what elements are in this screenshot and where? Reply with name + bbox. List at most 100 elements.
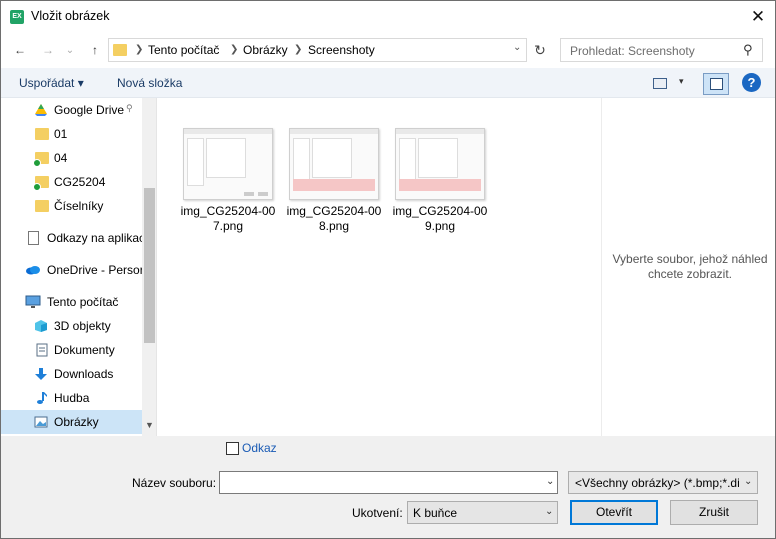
search-input[interactable]: Prohledat: Screenshoty ⚲ bbox=[560, 38, 763, 62]
close-button[interactable]: ✕ bbox=[741, 1, 775, 33]
close-icon: ✕ bbox=[750, 7, 766, 26]
scroll-down-arrow-icon[interactable]: ▼ bbox=[145, 420, 154, 430]
file-name-line2: 8.png bbox=[318, 219, 350, 233]
search-icon: ⚲ bbox=[743, 42, 753, 57]
sidebar-item-3d-objects[interactable]: 3D objekty bbox=[1, 314, 142, 338]
breadcrumb-this-pc[interactable]: Tento počítač bbox=[148, 43, 219, 57]
sidebar-item-google-drive[interactable]: Google Drive ⚲ bbox=[1, 98, 142, 122]
anchor-label: Ukotvení: bbox=[352, 506, 403, 520]
view-dropdown-button[interactable]: ▾ bbox=[679, 76, 684, 87]
up-button[interactable]: ↑ bbox=[84, 39, 106, 61]
preview-pane-icon bbox=[710, 78, 723, 90]
file-name: img_CG25204-00 9.png bbox=[387, 204, 493, 234]
google-drive-icon bbox=[35, 104, 47, 116]
file-name-line2: 7.png bbox=[212, 219, 244, 233]
file-name-line1: img_CG25204-00 bbox=[180, 204, 276, 218]
address-bar[interactable]: ❯ Tento počítač ❯ Obrázky ❯ Screenshoty bbox=[108, 38, 527, 62]
sidebar-item-pictures[interactable]: Obrázky bbox=[1, 410, 142, 434]
sidebar-item-music[interactable]: Hudba bbox=[1, 386, 142, 410]
sidebar-item-label: 01 bbox=[54, 127, 68, 141]
refresh-button[interactable]: ↻ bbox=[529, 38, 551, 62]
sidebar-item-label: Hudba bbox=[54, 391, 90, 405]
sidebar-item-documents[interactable]: Dokumenty bbox=[1, 338, 142, 362]
chevron-down-icon[interactable]: ⌄ bbox=[546, 476, 554, 487]
insert-picture-dialog: EX Vložit obrázek ✕ ← → ⌄ ↑ ❯ Tento počí… bbox=[0, 0, 776, 539]
command-toolbar: Uspořádat ▾ Nová složka ▾ ? bbox=[1, 68, 775, 98]
music-icon bbox=[37, 392, 47, 404]
sidebar-item-label: Google Drive bbox=[54, 103, 125, 117]
sidebar-item-downloads[interactable]: Downloads bbox=[1, 362, 142, 386]
computer-icon bbox=[25, 295, 41, 308]
preview-pane-button[interactable] bbox=[703, 73, 729, 95]
arrow-left-icon: ← bbox=[14, 43, 26, 57]
preview-pane: Vyberte soubor, jehož náhled chcete zobr… bbox=[601, 98, 775, 436]
chevron-down-icon: ⌄ bbox=[545, 506, 554, 517]
folder-sync-icon bbox=[33, 176, 49, 191]
sidebar-item-label: Tento počítač bbox=[47, 295, 119, 309]
folder-icon bbox=[113, 44, 127, 56]
sidebar-item-app-links[interactable]: Odkazy na aplikac bbox=[1, 226, 146, 250]
link-checkbox[interactable] bbox=[226, 442, 239, 455]
file-list[interactable]: img_CG25204-00 7.png img_CG25204-00 8.png … bbox=[158, 98, 601, 436]
view-options-icon[interactable] bbox=[653, 78, 667, 89]
new-folder-button[interactable]: Nová složka bbox=[117, 76, 182, 90]
window-title: Vložit obrázek bbox=[31, 9, 110, 23]
breadcrumb-separator-icon: ❯ bbox=[135, 44, 144, 55]
filename-field[interactable]: ⌄ bbox=[219, 471, 558, 494]
scrollbar-thumb[interactable] bbox=[144, 188, 155, 343]
sidebar-item-01[interactable]: 01 bbox=[1, 122, 142, 146]
document-icon bbox=[28, 231, 39, 245]
documents-icon bbox=[36, 343, 48, 357]
cancel-button[interactable]: Zrušit bbox=[670, 500, 758, 525]
anchor-select[interactable]: K buňce ⌄ bbox=[407, 501, 558, 524]
address-history-dropdown[interactable]: ⌄ bbox=[513, 42, 521, 53]
breadcrumb-pictures[interactable]: Obrázky bbox=[243, 43, 288, 57]
sidebar-item-ciselniky[interactable]: Číselníky bbox=[1, 194, 142, 218]
open-button[interactable]: Otevřít bbox=[570, 500, 658, 525]
navigation-pane[interactable]: Google Drive ⚲ 01 04 CG25204 Číselníky O… bbox=[1, 98, 157, 436]
sync-badge-icon bbox=[33, 183, 41, 191]
file-item[interactable]: img_CG25204-00 9.png bbox=[387, 128, 487, 238]
file-item[interactable]: img_CG25204-00 8.png bbox=[281, 128, 381, 238]
forward-button[interactable]: → bbox=[37, 39, 59, 61]
folder-sync-icon bbox=[33, 152, 49, 167]
refresh-icon: ↻ bbox=[534, 41, 546, 58]
organize-button[interactable]: Uspořádat ▾ bbox=[19, 76, 84, 90]
sidebar-item-label: OneDrive - Persor bbox=[47, 263, 144, 277]
anchor-value: K buňce bbox=[413, 506, 458, 520]
breadcrumb-screenshots[interactable]: Screenshoty bbox=[308, 43, 375, 57]
folder-icon bbox=[35, 128, 49, 140]
help-button[interactable]: ? bbox=[742, 73, 761, 92]
sidebar-item-label: Odkazy na aplikac bbox=[47, 231, 146, 245]
file-item[interactable]: img_CG25204-00 7.png bbox=[175, 128, 275, 238]
file-name-line1: img_CG25204-00 bbox=[286, 204, 382, 218]
sidebar-item-cg25204[interactable]: CG25204 bbox=[1, 170, 142, 194]
back-button[interactable]: ← bbox=[9, 39, 31, 61]
sidebar-item-label: CG25204 bbox=[54, 175, 106, 189]
arrow-up-icon: ↑ bbox=[92, 43, 98, 57]
link-checkbox-label[interactable]: Odkaz bbox=[242, 441, 277, 455]
file-thumbnail bbox=[395, 128, 485, 200]
breadcrumb-separator-icon: ❯ bbox=[294, 44, 303, 55]
pin-icon: ⚲ bbox=[126, 103, 133, 113]
sidebar-item-04[interactable]: 04 bbox=[1, 146, 142, 170]
sidebar-item-label: Číselníky bbox=[54, 199, 104, 213]
file-thumbnail bbox=[289, 128, 379, 200]
sidebar-item-label: Dokumenty bbox=[54, 343, 115, 357]
file-type-value: <Všechny obrázky> (*.bmp;*.dib;*.jpg) bbox=[575, 476, 740, 490]
breadcrumb-separator-icon: ❯ bbox=[230, 44, 239, 55]
file-name: img_CG25204-00 7.png bbox=[175, 204, 281, 234]
sidebar-item-onedrive[interactable]: OneDrive - Persor bbox=[1, 258, 144, 282]
downloads-icon bbox=[35, 368, 47, 380]
arrow-right-icon: → bbox=[42, 43, 54, 57]
3d-objects-icon bbox=[35, 320, 47, 332]
recent-locations-button[interactable]: ⌄ bbox=[63, 39, 77, 61]
sidebar-item-this-pc[interactable]: Tento počítač bbox=[1, 290, 142, 314]
sidebar-item-label: Downloads bbox=[54, 367, 114, 381]
excel-app-icon: EX bbox=[10, 10, 24, 24]
chevron-down-icon: ⌄ bbox=[65, 44, 75, 56]
file-name-line2: 9.png bbox=[424, 219, 456, 233]
navigation-scrollbar[interactable]: ▼ bbox=[142, 98, 156, 436]
file-type-select[interactable]: <Všechny obrázky> (*.bmp;*.dib;*.jpg) ⌄ bbox=[568, 471, 758, 494]
sync-badge-icon bbox=[33, 159, 41, 167]
